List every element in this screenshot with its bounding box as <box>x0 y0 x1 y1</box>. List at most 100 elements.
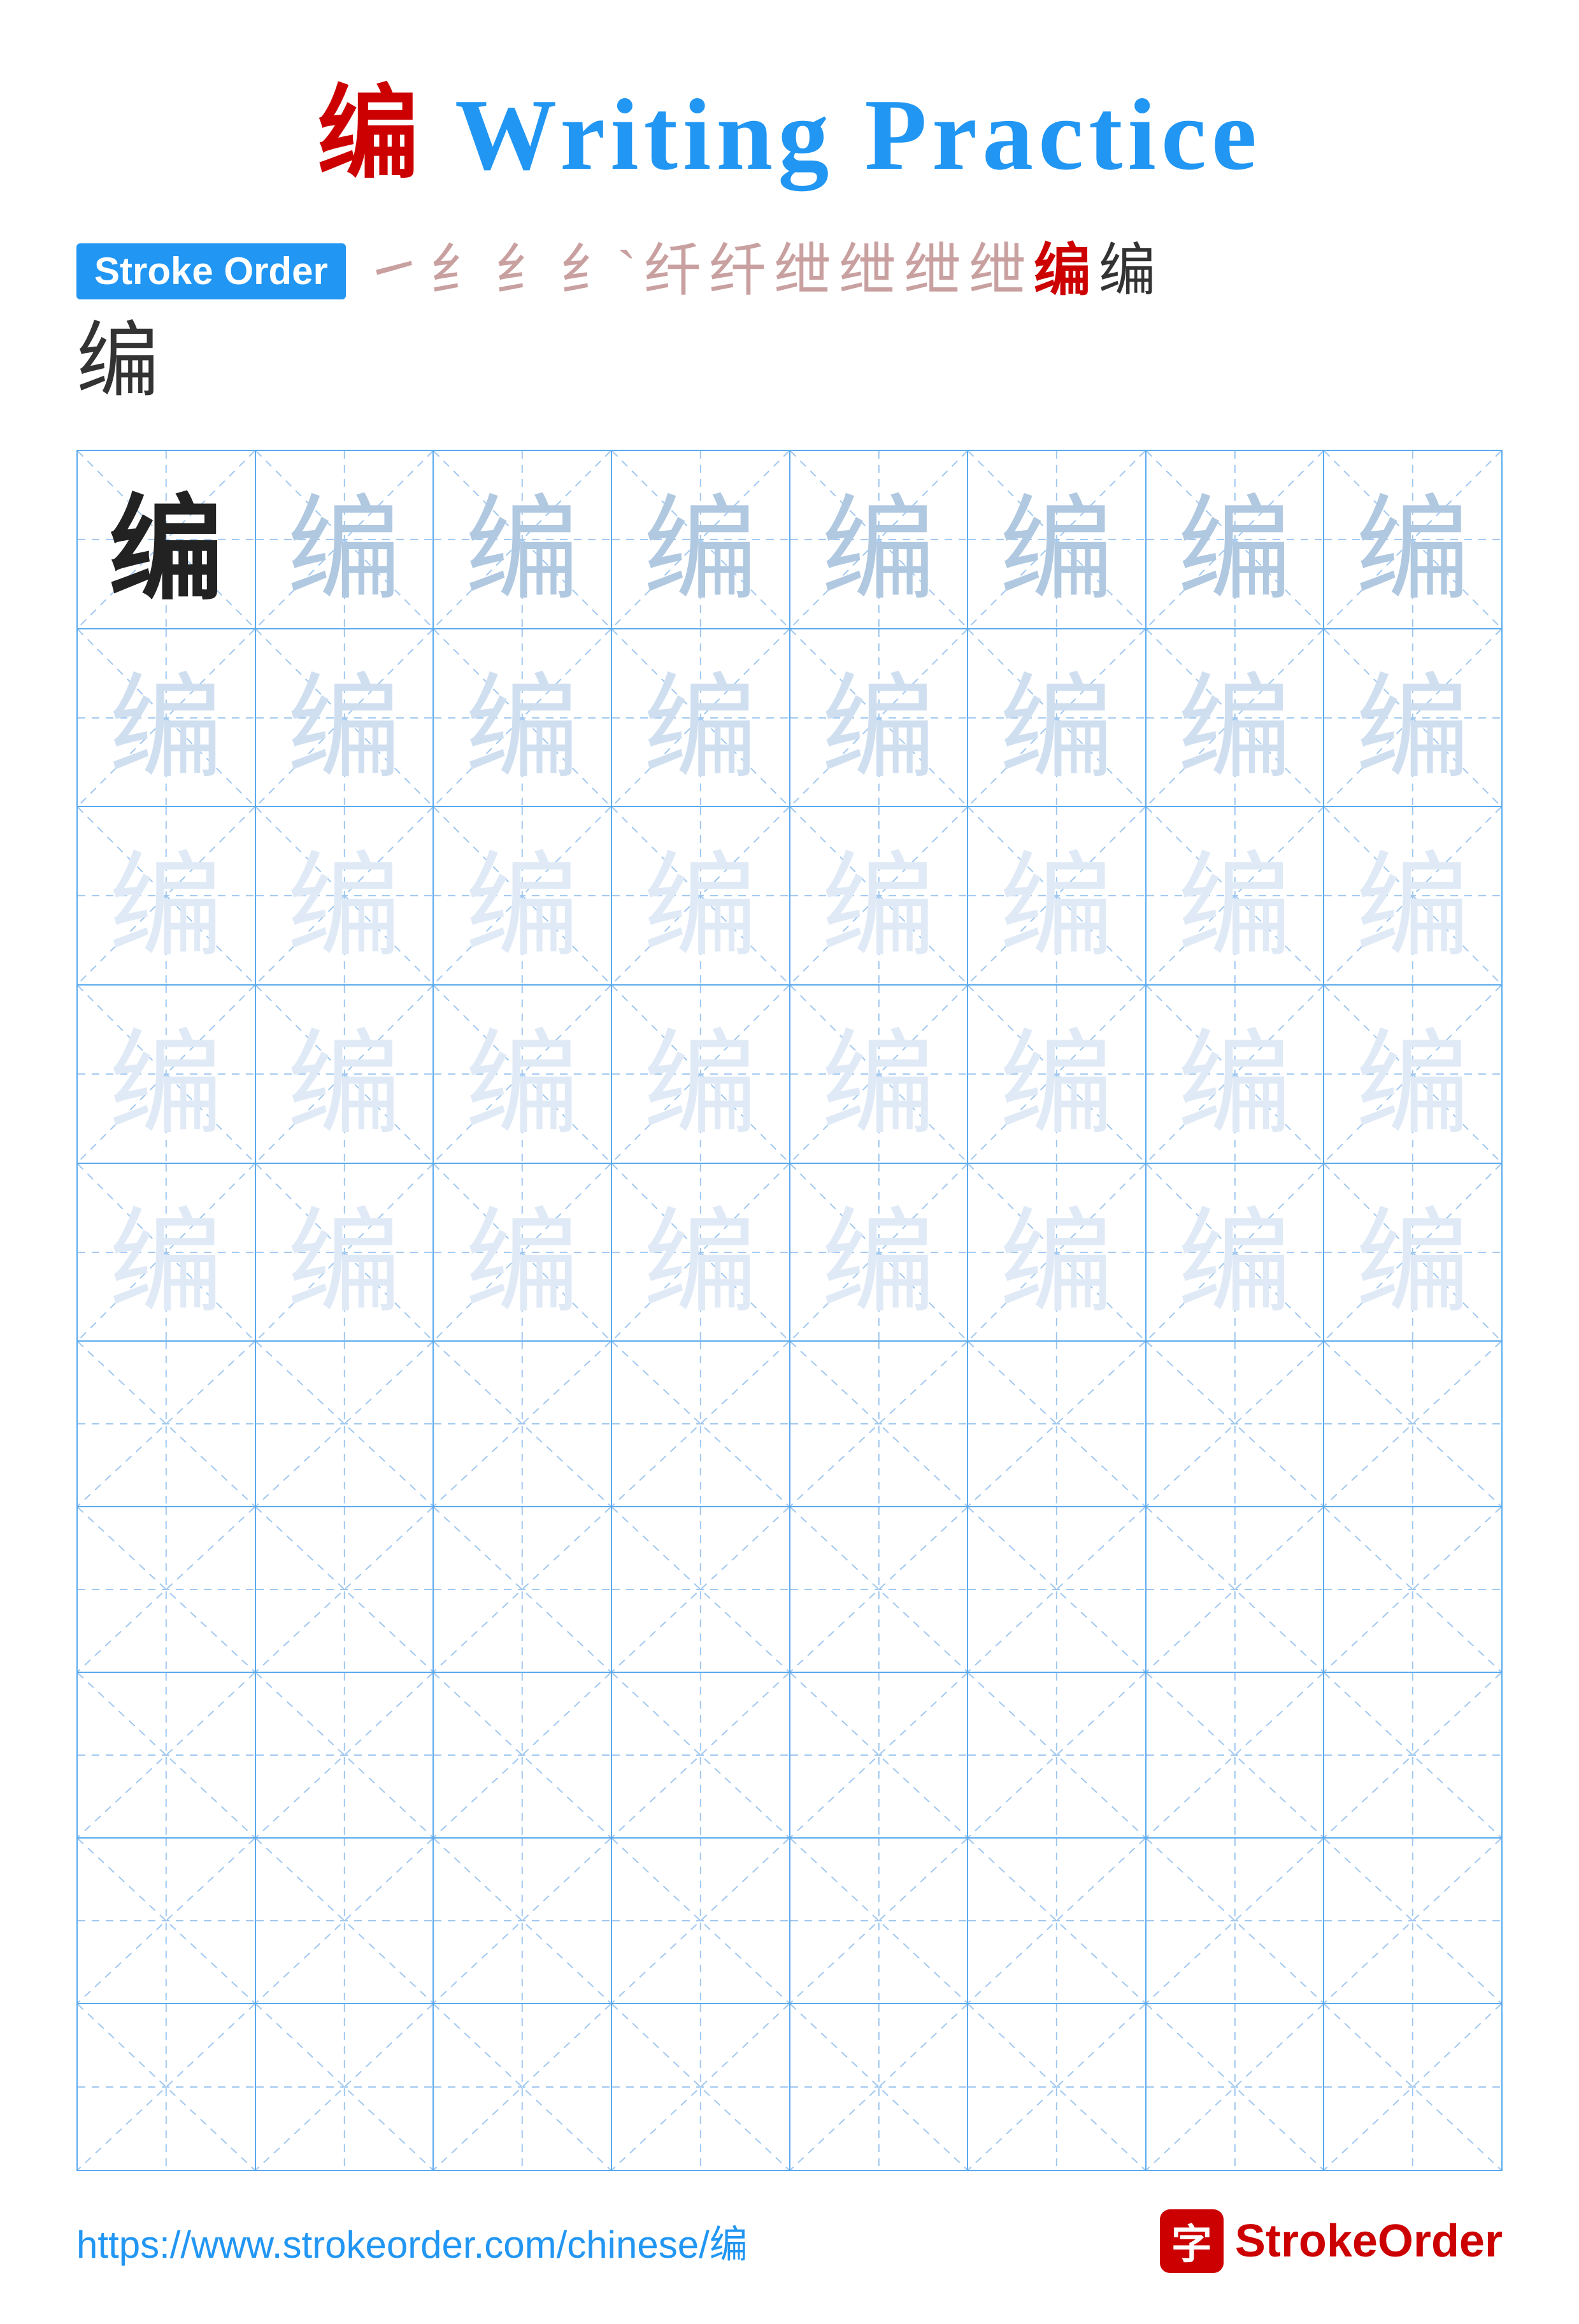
practice-10-8[interactable] <box>1324 2004 1501 2170</box>
grid-cell-3-4[interactable]: 编 <box>612 807 790 986</box>
practice-7-5[interactable] <box>790 1507 969 1673</box>
practice-6-2[interactable] <box>256 1342 434 1507</box>
char-1-7: 编 <box>1178 456 1292 622</box>
grid-cell-1-1[interactable]: 编 <box>78 451 256 629</box>
title-text: Writing Practice <box>424 78 1262 191</box>
practice-10-7[interactable] <box>1147 2004 1325 2170</box>
grid-cell-4-4[interactable]: 编 <box>612 986 790 1164</box>
practice-10-4[interactable] <box>612 2004 790 2170</box>
grid-cell-2-8[interactable]: 编 <box>1324 629 1501 808</box>
grid-cell-2-4[interactable]: 编 <box>612 629 790 808</box>
char-3-7: 编 <box>1178 813 1292 979</box>
char-4-4: 编 <box>643 991 758 1157</box>
grid-cell-1-6[interactable]: 编 <box>968 451 1147 629</box>
grid-cell-2-2[interactable]: 编 <box>256 629 434 808</box>
practice-7-8[interactable] <box>1324 1507 1501 1673</box>
grid-cell-3-8[interactable]: 编 <box>1324 807 1501 986</box>
grid-cell-4-7[interactable]: 编 <box>1147 986 1325 1164</box>
practice-7-1[interactable] <box>78 1507 256 1673</box>
grid-cell-1-7[interactable]: 编 <box>1147 451 1325 629</box>
practice-9-1[interactable] <box>78 1839 256 2004</box>
grid-cell-5-1[interactable]: 编 <box>78 1164 256 1342</box>
practice-6-4[interactable] <box>612 1342 790 1507</box>
practice-9-4[interactable] <box>612 1839 790 2004</box>
grid-cell-3-6[interactable]: 编 <box>968 807 1147 986</box>
practice-7-2[interactable] <box>256 1507 434 1673</box>
grid-cell-3-2[interactable]: 编 <box>256 807 434 986</box>
practice-8-3[interactable] <box>434 1673 612 1839</box>
grid-cell-2-7[interactable]: 编 <box>1147 629 1325 808</box>
practice-6-6[interactable] <box>968 1342 1147 1507</box>
grid-cell-5-2[interactable]: 编 <box>256 1164 434 1342</box>
char-2-2: 编 <box>287 635 401 801</box>
grid-cell-4-2[interactable]: 编 <box>256 986 434 1164</box>
practice-10-3[interactable] <box>434 2004 612 2170</box>
grid-row-2: 编 编 编 编 编 编 编 编 <box>78 629 1501 808</box>
grid-cell-3-3[interactable]: 编 <box>434 807 612 986</box>
grid-cell-2-5[interactable]: 编 <box>790 629 969 808</box>
grid-cell-3-1[interactable]: 编 <box>78 807 256 986</box>
practice-6-1[interactable] <box>78 1342 256 1507</box>
practice-9-8[interactable] <box>1324 1839 1501 2004</box>
footer-brand-rest: Order <box>1378 2216 1503 2267</box>
grid-cell-3-7[interactable]: 编 <box>1147 807 1325 986</box>
char-5-6: 编 <box>999 1169 1114 1335</box>
practice-6-3[interactable] <box>434 1342 612 1507</box>
practice-8-6[interactable] <box>968 1673 1147 1839</box>
grid-cell-2-6[interactable]: 编 <box>968 629 1147 808</box>
practice-9-5[interactable] <box>790 1839 969 2004</box>
grid-cell-5-5[interactable]: 编 <box>790 1164 969 1342</box>
grid-cell-2-3[interactable]: 编 <box>434 629 612 808</box>
char-2-6: 编 <box>999 635 1114 801</box>
grid-cell-5-6[interactable]: 编 <box>968 1164 1147 1342</box>
practice-10-1[interactable] <box>78 2004 256 2170</box>
char-4-1: 编 <box>109 991 224 1157</box>
practice-9-6[interactable] <box>968 1839 1147 2004</box>
practice-10-2[interactable] <box>256 2004 434 2170</box>
grid-cell-3-5[interactable]: 编 <box>790 807 969 986</box>
practice-10-5[interactable] <box>790 2004 969 2170</box>
grid-cell-4-5[interactable]: 编 <box>790 986 969 1164</box>
practice-8-5[interactable] <box>790 1673 969 1839</box>
grid-cell-5-8[interactable]: 编 <box>1324 1164 1501 1342</box>
practice-10-6[interactable] <box>968 2004 1147 2170</box>
practice-8-4[interactable] <box>612 1673 790 1839</box>
grid-cell-1-5[interactable]: 编 <box>790 451 969 629</box>
practice-8-8[interactable] <box>1324 1673 1501 1839</box>
char-2-8: 编 <box>1355 635 1470 801</box>
practice-9-2[interactable] <box>256 1839 434 2004</box>
grid-cell-1-8[interactable]: 编 <box>1324 451 1501 629</box>
grid-row-10 <box>78 2004 1501 2170</box>
stroke-char-1: ㇀ <box>365 237 422 306</box>
grid-cell-5-3[interactable]: 编 <box>434 1164 612 1342</box>
practice-7-6[interactable] <box>968 1507 1147 1673</box>
char-4-8: 编 <box>1355 991 1470 1157</box>
practice-6-8[interactable] <box>1324 1342 1501 1507</box>
grid-cell-4-1[interactable]: 编 <box>78 986 256 1164</box>
grid-cell-5-7[interactable]: 编 <box>1147 1164 1325 1342</box>
grid-cell-4-3[interactable]: 编 <box>434 986 612 1164</box>
grid-cell-1-3[interactable]: 编 <box>434 451 612 629</box>
practice-6-5[interactable] <box>790 1342 969 1507</box>
grid-cell-2-1[interactable]: 编 <box>78 629 256 808</box>
practice-9-7[interactable] <box>1147 1839 1325 2004</box>
practice-7-4[interactable] <box>612 1507 790 1673</box>
practice-8-1[interactable] <box>78 1673 256 1839</box>
grid-row-8 <box>78 1673 1501 1839</box>
title-chinese-char: 编 <box>317 78 424 191</box>
grid-cell-5-4[interactable]: 编 <box>612 1164 790 1342</box>
footer-url[interactable]: https://www.strokeorder.com/chinese/编 <box>76 2214 748 2269</box>
grid-cell-4-8[interactable]: 编 <box>1324 986 1501 1164</box>
practice-8-7[interactable] <box>1147 1673 1325 1839</box>
grid-cell-4-6[interactable]: 编 <box>968 986 1147 1164</box>
grid-row-4: 编 编 编 编 编 编 编 编 <box>78 986 1501 1164</box>
footer-logo: 字 <box>1160 2209 1224 2273</box>
page-title: 编 Writing Practice <box>317 51 1262 199</box>
practice-8-2[interactable] <box>256 1673 434 1839</box>
practice-6-7[interactable] <box>1147 1342 1325 1507</box>
practice-7-3[interactable] <box>434 1507 612 1673</box>
practice-9-3[interactable] <box>434 1839 612 2004</box>
grid-cell-1-2[interactable]: 编 <box>256 451 434 629</box>
grid-cell-1-4[interactable]: 编 <box>612 451 790 629</box>
practice-7-7[interactable] <box>1147 1507 1325 1673</box>
